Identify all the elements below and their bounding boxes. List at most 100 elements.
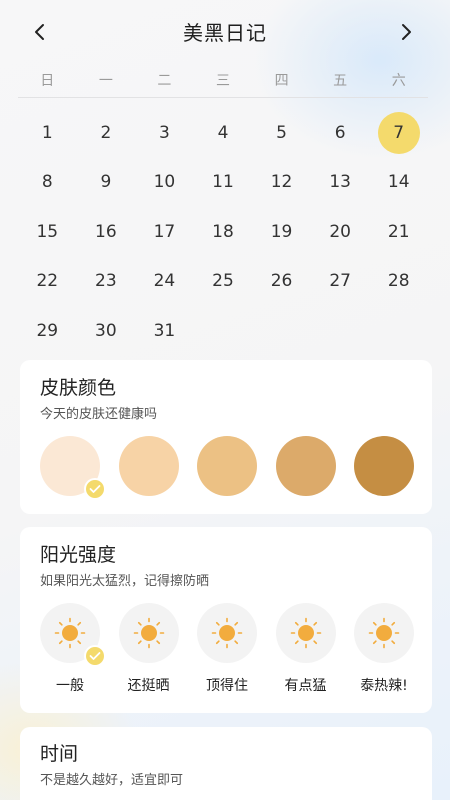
calendar-day-number: 8	[41, 172, 53, 193]
sun-intensity-label: 泰热辣!	[360, 678, 408, 694]
calendar-day[interactable]: 6	[311, 108, 370, 158]
sun-intensity-button[interactable]	[354, 603, 414, 663]
weekday-label: 三	[215, 73, 230, 89]
sun-icon	[54, 617, 86, 649]
calendar-day-number: 9	[100, 172, 112, 193]
sun-icon	[133, 617, 164, 649]
calendar-day[interactable]: 24	[135, 257, 194, 307]
calendar-day-number: 6	[334, 122, 346, 143]
skin-color-subtitle: 今天的皮肤还健康吗	[40, 407, 158, 422]
calendar-day-number: 17	[153, 221, 176, 242]
sun-intensity-label: 还挺晒	[127, 678, 170, 694]
sun-intensity-label: 顶得住	[206, 678, 248, 694]
weekday-header: 日一二三四五六	[18, 66, 428, 98]
next-month-button[interactable]	[388, 14, 424, 50]
sun-intensity-option[interactable]: 泰热辣!	[354, 603, 414, 695]
calendar-day[interactable]: 16	[77, 207, 136, 257]
calendar-day[interactable]: 12	[252, 158, 311, 208]
calendar-day-number: 4	[217, 122, 229, 143]
time-card: 时间 不是越久越好，适宜即可	[20, 727, 432, 800]
calendar-day[interactable]: 9	[77, 158, 136, 208]
calendar-day[interactable]: 28	[369, 257, 428, 307]
calendar-day-selected[interactable]: 7	[369, 108, 428, 158]
calendar-day-number: 29	[36, 320, 59, 341]
skin-color-swatch[interactable]	[197, 436, 257, 496]
sun-intensity-option[interactable]: 还挺晒	[118, 603, 179, 695]
calendar-day-number: 12	[270, 172, 293, 193]
calendar-day[interactable]: 14	[369, 158, 428, 208]
skin-color-title: 皮肤颜色	[40, 377, 117, 399]
sun-intensity-options: 一般 还挺晒 顶得住 有点猛 泰热辣!	[40, 603, 414, 695]
sun-icon	[368, 617, 400, 649]
skin-color-swatch[interactable]	[275, 436, 336, 496]
sun-icon	[290, 617, 321, 649]
skin-color-card: 皮肤颜色 今天的皮肤还健康吗	[20, 360, 432, 514]
calendar-day-number: 10	[153, 172, 176, 193]
calendar-day-number: 19	[270, 221, 293, 242]
calendar-day-number: 26	[270, 271, 293, 292]
calendar-day-number: 7	[393, 122, 405, 143]
sun-intensity-label: 有点猛	[284, 678, 327, 694]
chevron-left-icon	[35, 24, 44, 40]
calendar-day-number: 27	[329, 271, 351, 292]
weekday-label: 四	[274, 73, 289, 89]
skin-color-swatch[interactable]	[40, 436, 106, 500]
calendar-grid: 1 2 3 4 5 6 7 8 9 10 11 12 13 14 15 16 17 18 19 20 21 22 23 24 2…	[18, 108, 428, 356]
calendar-day[interactable]: 13	[311, 158, 370, 208]
skin-color-swatch[interactable]	[354, 436, 414, 496]
calendar-day-number: 2	[100, 122, 112, 143]
calendar-day[interactable]: 15	[18, 207, 77, 257]
sun-intensity-title: 阳光强度	[40, 544, 117, 566]
weekday-label: 六	[391, 73, 406, 89]
calendar-day-number: 13	[329, 172, 351, 193]
calendar-day[interactable]: 17	[135, 207, 194, 257]
sun-intensity-card: 阳光强度 如果阳光太猛烈，记得擦防晒 一般 还挺晒 顶得住 有点猛 泰热辣!	[20, 527, 432, 713]
sun-intensity-option[interactable]: 顶得住	[197, 603, 257, 695]
calendar-day-number: 5	[276, 122, 287, 143]
skin-color-options	[40, 436, 414, 500]
sun-intensity-option[interactable]: 有点猛	[275, 603, 336, 695]
sun-intensity-option[interactable]: 一般	[40, 603, 106, 695]
calendar-day-number: 14	[387, 172, 410, 193]
prev-month-button[interactable]	[22, 14, 58, 50]
sun-intensity-label: 一般	[56, 678, 84, 694]
calendar-day[interactable]: 10	[135, 158, 194, 208]
calendar-day-number: 11	[212, 172, 234, 193]
calendar-day[interactable]: 19	[252, 207, 311, 257]
skin-color-swatch[interactable]	[118, 436, 179, 496]
calendar-day[interactable]: 5	[252, 108, 311, 158]
calendar-day-number: 21	[387, 221, 410, 242]
calendar-day-number: 1	[41, 122, 53, 143]
calendar-day[interactable]: 25	[194, 257, 253, 307]
calendar-day-number: 24	[153, 271, 176, 292]
sun-icon	[211, 617, 243, 649]
sun-intensity-button[interactable]	[197, 603, 257, 663]
chevron-right-icon	[402, 24, 411, 40]
sun-intensity-button[interactable]	[118, 603, 179, 663]
calendar-day[interactable]: 4	[194, 108, 253, 158]
calendar-day[interactable]: 8	[18, 158, 77, 208]
calendar-day-number: 22	[36, 271, 59, 292]
page-title: 美黑日记	[183, 20, 267, 45]
sun-intensity-button[interactable]	[40, 603, 106, 667]
calendar-day[interactable]: 31	[135, 306, 194, 356]
weekday-label: 二	[157, 73, 172, 89]
calendar-day-number: 23	[95, 271, 117, 292]
calendar-day[interactable]: 2	[77, 108, 136, 158]
calendar-day[interactable]: 3	[135, 108, 194, 158]
calendar-day-number: 20	[329, 221, 351, 242]
calendar-day[interactable]: 26	[252, 257, 311, 307]
calendar-day[interactable]: 23	[77, 257, 136, 307]
calendar-day[interactable]: 27	[311, 257, 370, 307]
calendar-day[interactable]: 11	[194, 158, 253, 208]
calendar-day[interactable]: 21	[369, 207, 428, 257]
calendar-day[interactable]: 29	[18, 306, 77, 356]
calendar-day-number: 18	[212, 221, 234, 242]
calendar-day[interactable]: 20	[311, 207, 370, 257]
calendar-day[interactable]: 1	[18, 108, 77, 158]
calendar-day[interactable]: 30	[77, 306, 136, 356]
calendar-day[interactable]: 18	[194, 207, 253, 257]
sun-intensity-button[interactable]	[275, 603, 336, 663]
time-title: 时间	[40, 743, 79, 765]
calendar-day[interactable]: 22	[18, 257, 77, 307]
